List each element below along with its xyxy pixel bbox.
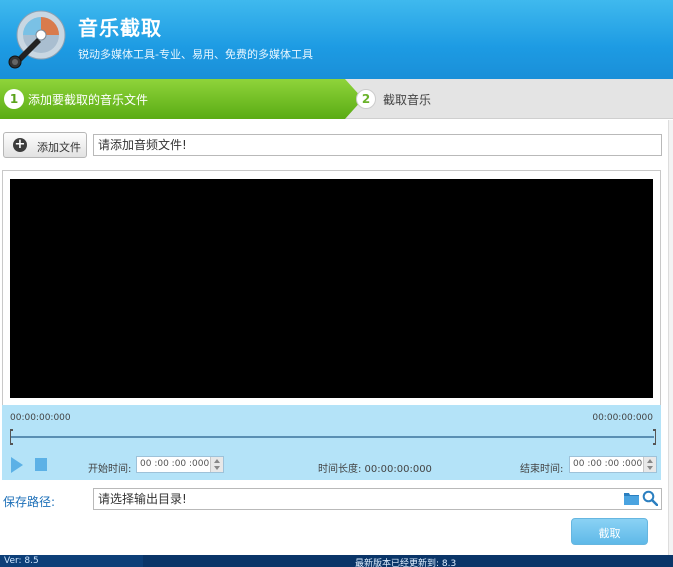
start-time-label: 开始时间: — [88, 464, 132, 475]
duration-label: 时间长度: 00:00:00:000 — [318, 464, 432, 475]
update-notice-text: 最新版本已经更新到: 8.3 — [355, 559, 457, 567]
save-path-input[interactable]: 请选择输出目录! — [93, 488, 662, 510]
cut-button-label: 截取 — [598, 527, 621, 540]
app-header: 音乐截取 锐动多媒体工具-专业、易用、免费的多媒体工具 — [0, 0, 673, 79]
file-path-input[interactable]: 请添加音频文件! — [93, 134, 662, 156]
step-add-file[interactable]: 1 添加要截取的音乐文件 — [0, 79, 365, 119]
folder-icon[interactable] — [624, 491, 639, 505]
step-bar: 1 添加要截取的音乐文件 2 截取音乐 — [0, 79, 673, 119]
spinner-arrows-icon[interactable] — [643, 457, 656, 472]
step-number: 2 — [356, 89, 376, 109]
stop-button[interactable] — [35, 458, 47, 471]
music-disc-icon — [8, 10, 66, 69]
cut-button[interactable]: 截取 — [571, 518, 648, 545]
end-time-label: 结束时间: — [520, 464, 564, 475]
timeline-panel: 00:00:00:000 00:00:00:000 开始时间: 00 :00 :… — [2, 405, 661, 480]
version-text: Ver: 8.5 — [4, 556, 39, 566]
play-button[interactable] — [11, 457, 23, 473]
scrollbar[interactable] — [668, 120, 673, 555]
current-time: 00:00:00:000 — [10, 413, 71, 423]
search-icon[interactable] — [642, 490, 658, 506]
status-bar: Ver: 8.5 最新版本已经更新到: 8.3 — [0, 555, 673, 567]
update-notice[interactable]: 最新版本已经更新到: 8.3 — [143, 555, 673, 567]
start-handle[interactable] — [9, 429, 14, 445]
preview-area — [10, 179, 653, 398]
step-label: 添加要截取的音乐文件 — [28, 93, 149, 107]
add-file-button[interactable]: + 添加文件 — [3, 132, 87, 158]
app-subtitle: 锐动多媒体工具-专业、易用、免费的多媒体工具 — [78, 48, 313, 61]
save-path-label: 保存路径: — [3, 495, 56, 509]
step-label: 截取音乐 — [383, 93, 432, 107]
step-number: 1 — [4, 89, 24, 109]
timeline-track[interactable] — [11, 436, 654, 438]
total-time: 00:00:00:000 — [592, 413, 653, 423]
add-file-label: 添加文件 — [37, 141, 81, 154]
start-time-value: 00 :00 :00 :000 — [140, 459, 210, 469]
plus-icon: + — [13, 137, 27, 152]
start-time-spinner[interactable]: 00 :00 :00 :000 — [136, 456, 224, 473]
end-time-spinner[interactable]: 00 :00 :00 :000 — [569, 456, 657, 473]
spinner-arrows-icon[interactable] — [210, 457, 223, 472]
end-time-value: 00 :00 :00 :000 — [573, 459, 643, 469]
end-handle[interactable] — [652, 429, 657, 445]
app-title: 音乐截取 — [78, 16, 162, 40]
music-cutter-window: 音乐截取 锐动多媒体工具-专业、易用、免费的多媒体工具 1 添加要截取的音乐文件… — [0, 0, 673, 567]
